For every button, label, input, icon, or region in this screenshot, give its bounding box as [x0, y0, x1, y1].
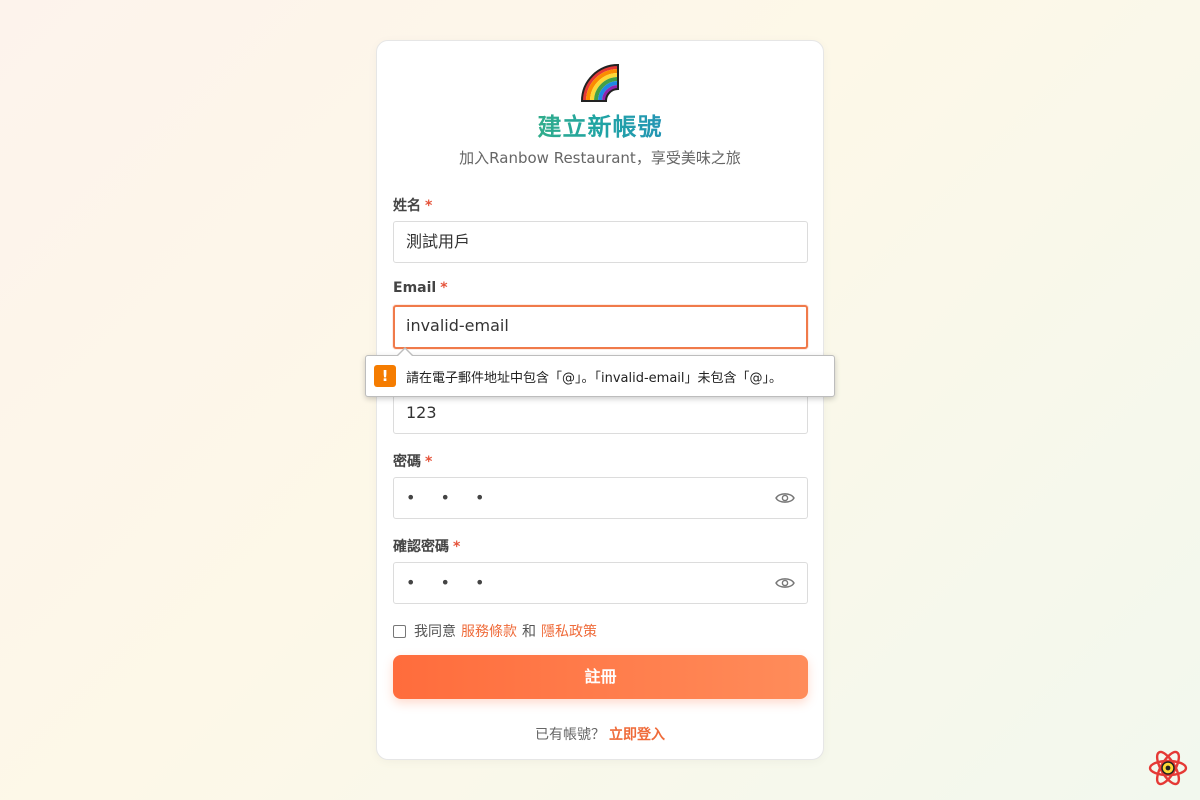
login-prompt: 已有帳號？ 立即登入 [377, 724, 823, 744]
phone-input[interactable]: 123 [393, 392, 808, 434]
required-mark: * [425, 198, 433, 214]
page-subtitle: 加入Ranbow Restaurant，享受美味之旅 [459, 149, 741, 167]
confirm-password-label-text: 確認密碼 [393, 539, 449, 555]
login-prompt-text: 已有帳號？ [535, 727, 605, 743]
register-card: 建立新帳號 加入Ranbow Restaurant，享受美味之旅 姓名 * 測試用… [376, 40, 824, 760]
eye-icon[interactable] [775, 575, 795, 591]
password-input[interactable]: • • • [393, 477, 808, 519]
password-label: 密碼 * [393, 451, 432, 471]
confirm-password-input[interactable]: • • • [393, 562, 808, 604]
validation-message: 請在電子郵件地址中包含「@」。「invalid-email」未包含「@」。 [406, 370, 783, 386]
confirm-password-mask: • • • [406, 573, 495, 592]
agree-conjunction: 和 [522, 624, 536, 640]
email-validation-tooltip: ! 請在電子郵件地址中包含「@」。「invalid-email」未包含「@」。 [365, 347, 835, 397]
register-button[interactable]: 註冊 [393, 655, 808, 699]
login-link[interactable]: 立即登入 [609, 727, 665, 743]
email-input[interactable]: invalid-email [393, 305, 808, 349]
required-mark: * [453, 539, 461, 555]
name-label: 姓名 * [393, 195, 432, 215]
agree-checkbox[interactable] [393, 624, 406, 638]
password-mask: • • • [406, 488, 495, 507]
warning-icon: ! [374, 365, 396, 387]
confirm-password-label: 確認密碼 * [393, 536, 460, 556]
rainbow-icon [580, 63, 619, 102]
agree-prefix: 我同意 [414, 624, 456, 640]
email-label-text: Email [393, 280, 437, 296]
eye-icon[interactable] [775, 490, 795, 506]
required-mark: * [440, 280, 448, 296]
privacy-link[interactable]: 隱私政策 [541, 621, 597, 641]
react-devtools-icon[interactable] [1147, 748, 1189, 788]
agree-row: 我同意 服務條款 和 隱私政策 [393, 621, 602, 641]
password-label-text: 密碼 [393, 454, 421, 470]
email-label: Email * [393, 280, 448, 296]
name-input[interactable]: 測試用戶 [393, 221, 808, 263]
name-label-text: 姓名 [393, 198, 421, 214]
required-mark: * [425, 454, 433, 470]
page-title: 建立新帳號 [377, 107, 823, 142]
terms-link[interactable]: 服務條款 [461, 621, 517, 641]
